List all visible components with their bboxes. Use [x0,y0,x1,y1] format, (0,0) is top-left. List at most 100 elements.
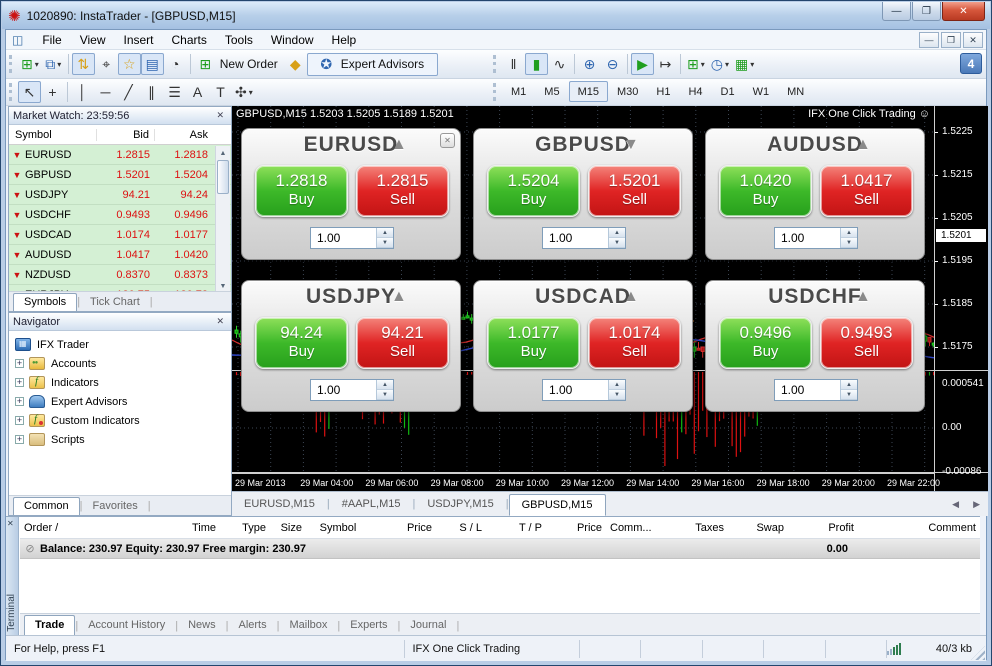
toolbar-grip[interactable] [9,83,14,101]
expand-icon[interactable]: + [15,378,24,387]
fibonacci-tool[interactable]: ☰ [163,81,186,103]
vertical-line-tool[interactable]: │ [71,81,94,103]
column-symbol[interactable]: Symbol [9,129,97,141]
trendline-tool[interactable]: ╱ [117,81,140,103]
menu-item-window[interactable]: Window [262,33,323,47]
tab-common[interactable]: Common [13,497,80,515]
expand-icon[interactable]: + [15,435,24,444]
terminal-balance-row[interactable]: ⊘ Balance: 230.97 Equity: 230.97 Free ma… [20,539,980,559]
timeframe-w1[interactable]: W1 [744,81,779,102]
chart-shift-button[interactable]: ↦ [654,53,677,75]
terminal-column-order-[interactable]: Order / [20,522,80,534]
timeframe-h4[interactable]: H4 [679,81,711,102]
text-label-tool[interactable]: T [209,81,232,103]
terminal-tab-news[interactable]: News [178,616,226,635]
market-watch-row[interactable]: ▼USDCAD1.01741.0177 [9,225,231,245]
trade-panel-usdchf[interactable]: USDCHF▲0.9496Buy0.9493Sell▲▼ [705,280,925,412]
market-watch-row[interactable]: ▼NZDUSD0.83700.8373 [9,265,231,285]
lot-spinner-down[interactable]: ▼ [609,390,625,400]
zoom-in-button[interactable]: ⊕ [578,53,601,75]
horizontal-line-tool[interactable]: ─ [94,81,117,103]
market-watch-row[interactable]: ▼AUDUSD1.04171.0420 [9,245,231,265]
navigator-header[interactable]: Navigator ✕ [9,313,231,331]
lot-spinner-up[interactable]: ▲ [609,228,625,238]
maximize-button[interactable]: ❐ [912,2,941,21]
lot-spinner-down[interactable]: ▼ [841,390,857,400]
chart-tab--aapl-m15[interactable]: #AAPL,M15 [330,494,413,514]
child-restore-button[interactable]: ❐ [941,32,961,48]
new-chart-button[interactable]: ⊞▾ [18,53,42,75]
chart-window[interactable]: GBPUSD,M15 1.5203 1.5205 1.5189 1.5201 I… [232,106,988,516]
toolbar-grip[interactable] [9,55,14,73]
tab-favorites[interactable]: Favorites [82,498,147,515]
lot-size-field[interactable]: ▲▼ [774,227,858,249]
buy-button[interactable]: 1.5204Buy [487,165,580,217]
tab-symbols[interactable]: Symbols [13,293,77,311]
text-tool[interactable]: A [186,81,209,103]
terminal-column-swap[interactable]: Swap [728,522,788,534]
market-watch-toggle[interactable]: ⇅ [72,53,95,75]
timeframe-m30[interactable]: M30 [608,81,647,102]
lot-input[interactable] [543,380,608,400]
tab-scroll-left-icon[interactable]: ◀ [952,499,959,510]
lot-spinner-down[interactable]: ▼ [841,238,857,248]
sell-button[interactable]: 94.21Sell [356,317,449,369]
buy-button[interactable]: 1.2818Buy [255,165,348,217]
timeframe-mn[interactable]: MN [778,81,813,102]
expand-icon[interactable]: + [15,397,24,406]
terminal-column-taxes[interactable]: Taxes [666,522,728,534]
chart-tab-gbpusd-m15[interactable]: GBPUSD,M15 [509,494,606,516]
trade-panel-usdjpy[interactable]: USDJPY▲94.24Buy94.21Sell▲▼ [241,280,461,412]
child-close-button[interactable]: ✕ [963,32,983,48]
lot-size-field[interactable]: ▲▼ [774,379,858,401]
minimize-button[interactable]: — [882,2,911,21]
column-bid[interactable]: Bid [97,129,155,141]
toolbar-grip[interactable] [493,55,498,73]
lot-input[interactable] [775,228,840,248]
terminal-column-time[interactable]: Time [80,522,220,534]
child-minimize-button[interactable]: — [919,32,939,48]
terminal-tab-alerts[interactable]: Alerts [228,616,276,635]
bar-chart-button[interactable]: ‖ [502,53,525,75]
alert-icon[interactable]: ◆ [284,53,307,75]
terminal-close-icon[interactable]: ✕ [7,519,14,528]
periods-button[interactable]: ◷▾ [708,53,732,75]
market-watch-close-icon[interactable]: ✕ [213,110,227,121]
column-ask[interactable]: Ask [155,129,213,141]
trade-panel-audusd[interactable]: AUDUSD▲1.0420Buy1.0417Sell▲▼ [705,128,925,260]
terminal-column-price[interactable]: Price [546,522,606,534]
buy-button[interactable]: 0.9496Buy [719,317,812,369]
chart-tab-usdjpy-m15[interactable]: USDJPY,M15 [415,494,505,514]
data-window-button[interactable]: ⌖ [95,53,118,75]
tree-item-expert-advisors[interactable]: +Expert Advisors [9,392,231,411]
menu-item-insert[interactable]: Insert [114,33,162,47]
zoom-out-button[interactable]: ⊖ [601,53,624,75]
terminal-tab-account-history[interactable]: Account History [78,616,175,635]
navigator-close-icon[interactable]: ✕ [213,316,227,327]
lot-input[interactable] [311,228,376,248]
market-watch-row[interactable]: ▼GBPUSD1.52011.5204 [9,165,231,185]
navigator-toggle[interactable]: ☆ [118,53,141,75]
terminal-column-price[interactable]: Price [370,522,436,534]
strategy-tester-button[interactable]: ◔ [164,53,187,75]
buy-button[interactable]: 1.0177Buy [487,317,580,369]
market-watch-scrollbar[interactable]: ▲ ▼ [215,146,230,293]
terminal-tab-journal[interactable]: Journal [400,616,456,635]
timeframe-d1[interactable]: D1 [712,81,744,102]
terminal-column-size[interactable]: Size [270,522,306,534]
equidistant-channel-tool[interactable]: ∥ [140,81,163,103]
buy-button[interactable]: 94.24Buy [255,317,348,369]
lot-spinner-up[interactable]: ▲ [841,380,857,390]
price-scale[interactable]: 1.52251.52151.52051.51951.51851.51751.52… [934,106,988,491]
timeframe-m1[interactable]: M1 [502,81,535,102]
indicators-button[interactable]: ⊞▾ [684,53,708,75]
tab-tick-chart[interactable]: Tick Chart [80,294,150,311]
lot-spinner-down[interactable]: ▼ [609,238,625,248]
lot-input[interactable] [311,380,376,400]
terminal-tab-mailbox[interactable]: Mailbox [279,616,337,635]
new-order-button[interactable]: New Order [220,57,278,71]
cursor-tool[interactable]: ↖ [18,81,41,103]
menu-item-help[interactable]: Help [323,33,366,47]
timeframe-m15[interactable]: M15 [569,81,608,102]
lot-spinner-up[interactable]: ▲ [377,380,393,390]
